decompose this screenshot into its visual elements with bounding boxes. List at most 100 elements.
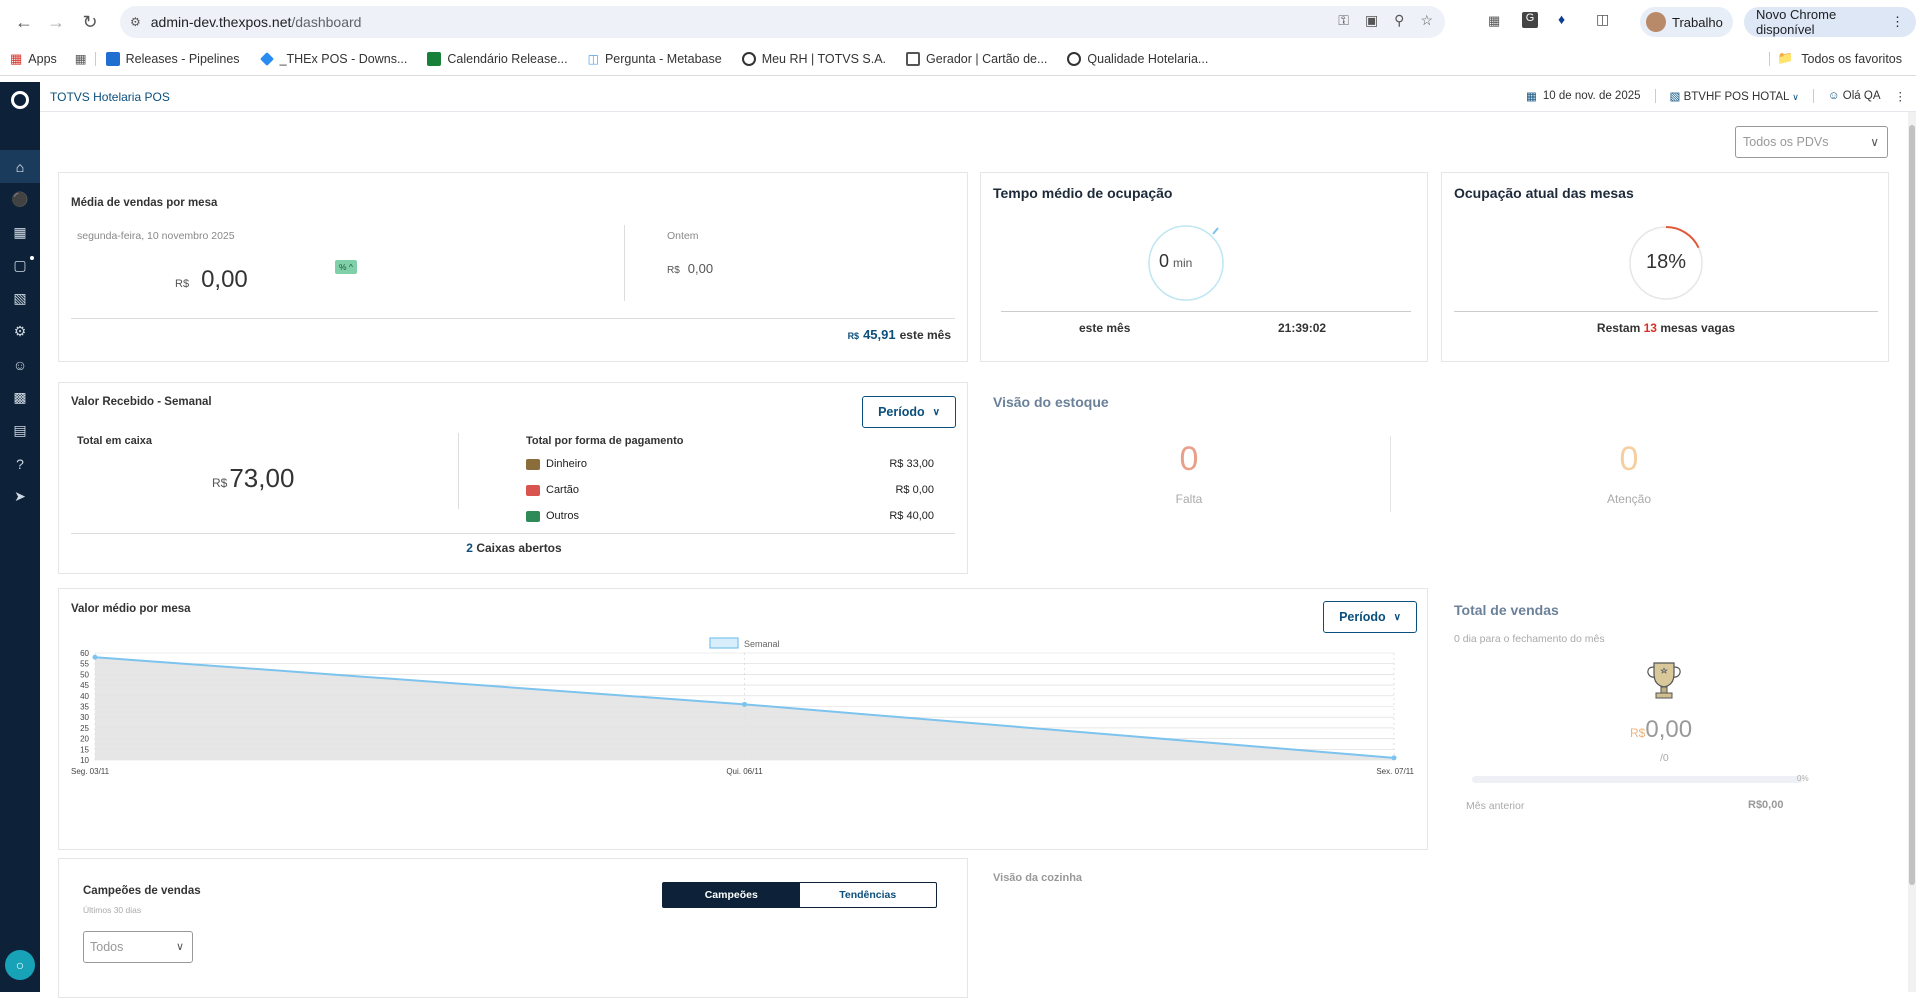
y-tick-label: 55 bbox=[80, 660, 89, 669]
diamond-extension-icon[interactable]: ♦ bbox=[1558, 11, 1565, 27]
profile-label: Trabalho bbox=[1672, 14, 1723, 30]
estoque-title: Visão do estoque bbox=[993, 394, 1109, 410]
category-value: Todos bbox=[90, 940, 124, 954]
user-icon[interactable]: ☺ bbox=[0, 348, 40, 381]
currency: R$ bbox=[847, 331, 860, 341]
total-vendas-title: Total de vendas bbox=[1454, 602, 1559, 618]
payment-label: Outros bbox=[546, 510, 580, 522]
password-key-icon[interactable]: ⚿ bbox=[1338, 12, 1349, 29]
bookmark-item[interactable]: Releases - Pipelines bbox=[96, 51, 250, 66]
atencao-value[interactable]: 0 bbox=[1500, 440, 1758, 479]
month-label: este mês bbox=[899, 328, 951, 342]
scrollbar-thumb[interactable] bbox=[1909, 125, 1915, 885]
y-tick-label: 50 bbox=[80, 670, 89, 679]
fraction: /0 bbox=[1660, 752, 1669, 764]
user-menu[interactable]: ☺ Olá QA bbox=[1828, 90, 1881, 102]
legend-swatch bbox=[709, 637, 739, 649]
address-bar[interactable]: ⚙ admin-dev.thexpos.net/dashboard ⚿ ▣ ⚲ … bbox=[120, 6, 1445, 38]
month-total: R$ 45,91 este mês bbox=[848, 327, 951, 342]
bookmark-item[interactable]: Qualidade Hotelaria... bbox=[1057, 51, 1218, 66]
payment-label: Dinheiro bbox=[546, 458, 587, 470]
data-point bbox=[92, 654, 98, 660]
bookmarks-bar: ▦ Apps ▦ Releases - Pipelines _THEx POS … bbox=[0, 42, 1916, 76]
invoice-icon[interactable]: ▤ bbox=[0, 414, 40, 447]
bookmark-item[interactable]: ◫ Pergunta - Metabase bbox=[578, 52, 732, 66]
side-nav: ⌂ ⚫ ▦ ▢ ▧ ⚙ ☺ ▩ ▤ ? ➤ bbox=[0, 82, 40, 992]
rocket-icon[interactable]: ➤ bbox=[0, 480, 40, 513]
divider bbox=[1001, 311, 1411, 312]
header-date[interactable]: 10 de nov. de 2025 bbox=[1543, 90, 1641, 102]
bookmark-label: Meu RH | TOTVS S.A. bbox=[761, 51, 887, 66]
kitchen-title: Visão da cozinha bbox=[993, 872, 1083, 884]
profile-button[interactable]: Trabalho bbox=[1640, 7, 1733, 37]
bookmark-item[interactable]: Meu RH | TOTVS S.A. bbox=[732, 51, 896, 66]
menu-dots-icon: ⋮ bbox=[1891, 14, 1904, 29]
value: 0,00 bbox=[1645, 716, 1693, 743]
forward-icon[interactable]: → bbox=[40, 6, 72, 38]
app-title[interactable]: TOTVS Hotelaria POS bbox=[50, 90, 170, 104]
divider bbox=[71, 318, 955, 319]
kebab-icon[interactable]: ⋮ bbox=[1895, 89, 1907, 103]
back-icon[interactable]: ← bbox=[8, 6, 40, 38]
chat-icon[interactable]: ○ bbox=[5, 950, 35, 980]
divider bbox=[1654, 89, 1656, 103]
property-selector[interactable]: ▧ BTVHF POS HOTAL ∨ bbox=[1670, 89, 1799, 103]
sales-progress-track bbox=[1472, 776, 1802, 783]
extension-icon[interactable]: ▦ bbox=[1488, 13, 1500, 29]
puzzle-icon[interactable]: ◫ bbox=[1596, 11, 1609, 28]
payment-row: Outros R$ 40,00 bbox=[526, 509, 946, 523]
open-label: Caixas abertos bbox=[476, 541, 562, 555]
tab-groups-icon[interactable]: ▦ bbox=[67, 51, 95, 66]
bookmark-apps[interactable]: ▦ Apps bbox=[0, 51, 67, 67]
atencao-label: Atenção bbox=[1606, 492, 1652, 506]
reload-icon[interactable]: ↻ bbox=[74, 6, 106, 38]
folder-icon: 📁 bbox=[1777, 51, 1794, 65]
open-registers[interactable]: 2 Caixas abertos bbox=[59, 541, 969, 555]
y-tick-label: 20 bbox=[80, 735, 89, 744]
y-tick-label: 15 bbox=[80, 745, 89, 754]
zoom-icon[interactable]: ⚲ bbox=[1394, 12, 1404, 29]
falta-value[interactable]: 0 bbox=[1060, 440, 1318, 479]
tab-tendencias[interactable]: Tendências bbox=[800, 883, 937, 907]
reports-icon[interactable]: ▩ bbox=[0, 381, 40, 414]
trophy-icon bbox=[1645, 660, 1683, 700]
bookmark-item[interactable]: Calendário Release... bbox=[417, 51, 577, 66]
totvs-logo-icon[interactable] bbox=[0, 82, 40, 118]
prev-month-label: Mês anterior bbox=[1466, 800, 1525, 812]
grammarly-icon[interactable]: G bbox=[1522, 12, 1538, 28]
period-button[interactable]: Período ∨ bbox=[862, 396, 956, 428]
chrome-update-button[interactable]: Novo Chrome disponível ⋮ bbox=[1744, 7, 1916, 37]
bookmark-label: Pergunta - Metabase bbox=[604, 51, 722, 66]
free-tables: Restam 13 mesas vagas bbox=[1442, 321, 1890, 335]
tempo-ocupacao-card: Tempo médio de ocupação 0 min este mês 2… bbox=[980, 172, 1428, 362]
browser-toolbar: ← → ↻ ⚙ admin-dev.thexpos.net/dashboard … bbox=[0, 0, 1916, 42]
payment-value: R$ 0,00 bbox=[895, 484, 934, 496]
all-favorites[interactable]: 📁 Todos os favoritos bbox=[1768, 51, 1902, 66]
occupancy-percent: 18% bbox=[1645, 251, 1687, 273]
percent-badge[interactable]: % ^ bbox=[335, 260, 357, 274]
bookmark-item[interactable]: _THEx POS - Downs... bbox=[250, 52, 418, 66]
bookmark-item[interactable]: Gerador | Cartão de... bbox=[896, 51, 1057, 66]
divider bbox=[71, 533, 955, 534]
bookmark-star-icon[interactable]: ☆ bbox=[1420, 12, 1433, 29]
url-host: admin-dev.thexpos.net bbox=[150, 14, 292, 30]
install-app-icon[interactable]: ▣ bbox=[1365, 12, 1378, 29]
pos-icon[interactable]: ▢ bbox=[0, 249, 40, 282]
card-title: Média de vendas por mesa bbox=[71, 197, 218, 209]
building-icon[interactable]: ▧ bbox=[0, 282, 40, 315]
restaurant-icon[interactable]: ⚫ bbox=[0, 183, 40, 216]
category-select[interactable]: Todos ∨ bbox=[83, 931, 193, 963]
pdv-select[interactable]: Todos os PDVs ∨ bbox=[1735, 126, 1888, 158]
card-title: Valor médio por mesa bbox=[71, 603, 191, 615]
site-info-icon[interactable]: ⚙ bbox=[130, 15, 141, 29]
total-vendas-value: R$ 0,00 bbox=[1630, 716, 1692, 744]
tab-campeoes[interactable]: Campeões bbox=[663, 883, 800, 907]
help-icon[interactable]: ? bbox=[0, 447, 40, 480]
building-icon: ▧ bbox=[1669, 91, 1681, 103]
home-icon[interactable]: ⌂ bbox=[0, 150, 40, 183]
tables-icon[interactable]: ▦ bbox=[0, 216, 40, 249]
y-tick-label: 35 bbox=[80, 703, 89, 712]
subtitle: Últimos 30 dias bbox=[83, 905, 142, 915]
settings-icon[interactable]: ⚙ bbox=[0, 315, 40, 348]
occupancy-arc bbox=[1665, 226, 1700, 249]
